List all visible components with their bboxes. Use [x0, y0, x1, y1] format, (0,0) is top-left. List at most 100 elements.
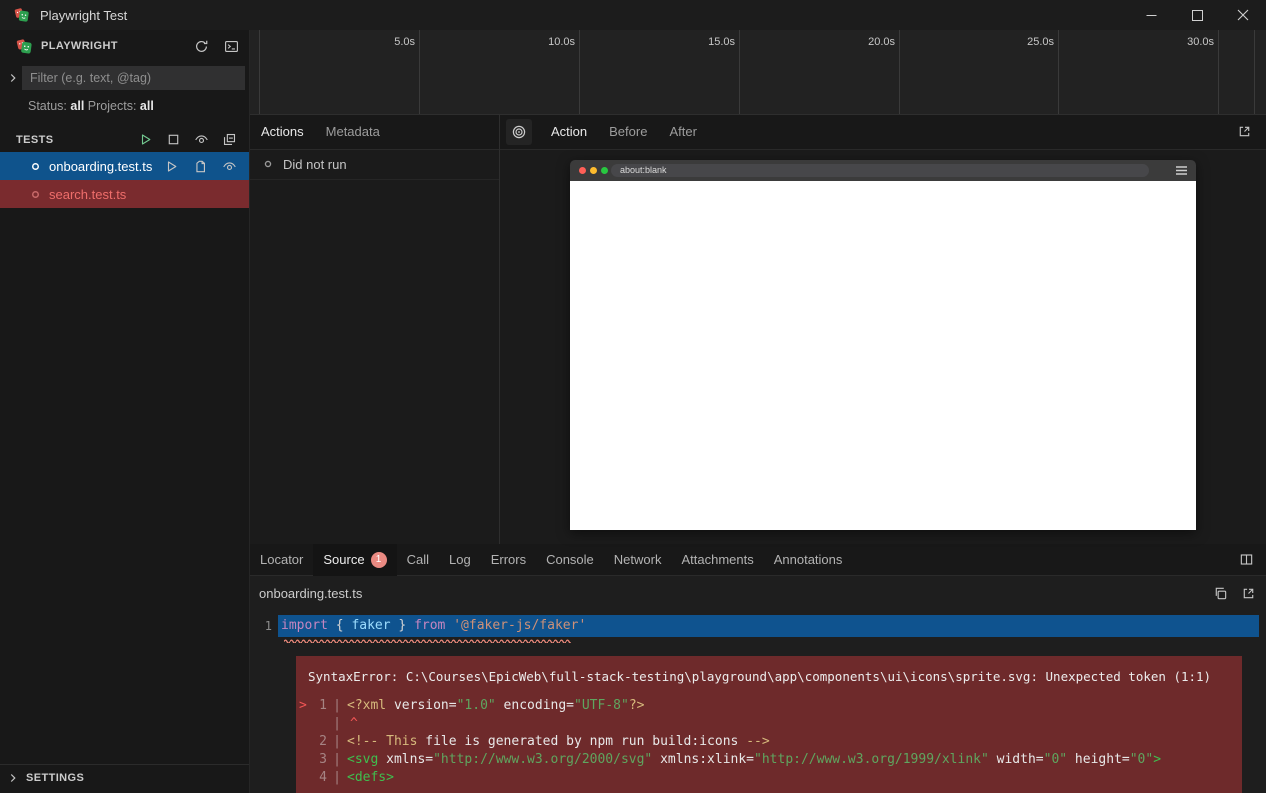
actions-tabbar: Actions Metadata — [250, 115, 499, 150]
test-status-circle-icon — [29, 160, 42, 173]
tab-action[interactable]: Action — [540, 114, 598, 149]
tab-console[interactable]: Console — [536, 544, 604, 576]
details-panel: Locator Source 1 Call Log Errors Console… — [250, 544, 1266, 793]
timeline-tick: 25.0s — [998, 36, 1054, 48]
timeline-tick: 5.0s — [359, 36, 415, 48]
browser-snapshot: about:blank — [570, 160, 1196, 530]
tab-network[interactable]: Network — [604, 544, 672, 576]
status-line: Status: all Projects: all — [0, 94, 249, 121]
timeline-gridline — [259, 30, 260, 114]
status-value: all — [70, 99, 84, 113]
split-view-icon[interactable] — [1236, 550, 1256, 570]
timeline-gridline — [1058, 30, 1059, 114]
titlebar: Playwright Test — [0, 0, 1266, 30]
tests-title: TESTS — [16, 134, 53, 146]
run-all-icon[interactable] — [135, 130, 155, 150]
sidebar-header: PLAYWRIGHT — [0, 30, 249, 62]
browser-chrome: about:blank — [570, 160, 1196, 181]
timeline-gridline — [579, 30, 580, 114]
tab-errors[interactable]: Errors — [481, 544, 536, 576]
watch-all-eye-icon[interactable] — [191, 130, 211, 150]
error-count-badge: 1 — [371, 552, 387, 568]
snapshot-toolbar: Action Before After — [500, 115, 1266, 150]
timeline-gridline — [1218, 30, 1219, 114]
highlighted-import-line: import { faker } from '@faker-js/faker' — [278, 615, 1259, 637]
window-title: Playwright Test — [40, 8, 127, 23]
playwright-logo-icon — [16, 38, 33, 55]
error-frame-line: 4|<defs> — [296, 769, 1242, 787]
error-frame-line: >1|<?xml version="1.0" encoding="UTF-8"?… — [296, 697, 1242, 715]
open-snapshot-external-icon[interactable] — [1234, 122, 1254, 142]
tab-log[interactable]: Log — [439, 544, 481, 576]
collapse-all-icon[interactable] — [219, 130, 239, 150]
close-button[interactable] — [1220, 0, 1266, 30]
chevron-right-icon — [6, 771, 22, 785]
traffic-light-yellow-icon — [590, 167, 597, 174]
empty-state-label: Did not run — [283, 157, 347, 172]
stop-icon[interactable] — [163, 130, 183, 150]
timeline-tick: 10.0s — [519, 36, 575, 48]
page-url: about:blank — [620, 165, 667, 175]
test-status-circle-icon — [29, 188, 42, 201]
tab-annotations[interactable]: Annotations — [764, 544, 853, 576]
timeline-tick: 20.0s — [839, 36, 895, 48]
tab-call[interactable]: Call — [397, 544, 439, 576]
test-row-onboarding[interactable]: onboarding.test.ts — [0, 152, 249, 180]
test-file-name: onboarding.test.ts — [49, 159, 152, 174]
timeline-gridline — [739, 30, 740, 114]
error-squiggle-underline — [284, 638, 571, 643]
tab-actions[interactable]: Actions — [250, 114, 315, 149]
pick-locator-target-icon[interactable] — [506, 119, 532, 145]
tab-after[interactable]: After — [658, 114, 707, 149]
traffic-light-green-icon — [601, 167, 608, 174]
actions-panel: Actions Metadata Did not run — [250, 115, 500, 544]
tests-section-header: TESTS — [0, 127, 249, 152]
tab-metadata[interactable]: Metadata — [315, 114, 391, 149]
error-frame-caret-line: |^ — [296, 715, 1242, 733]
show-trace-icon[interactable] — [190, 156, 210, 176]
traffic-light-red-icon — [579, 167, 586, 174]
filter-input[interactable] — [22, 66, 245, 90]
main-area: 5.0s 10.0s 15.0s 20.0s 25.0s 30.0s Actio… — [250, 30, 1266, 793]
tab-source[interactable]: Source 1 — [313, 544, 396, 576]
source-code-view[interactable]: 1 import { faker } from '@faker-js/faker… — [250, 611, 1266, 793]
timeline-tick: 30.0s — [1158, 36, 1214, 48]
minimize-button[interactable] — [1128, 0, 1174, 30]
tab-before[interactable]: Before — [598, 114, 658, 149]
status-circle-icon — [262, 158, 274, 170]
error-frame-line: 3|<svg xmlns="http://www.w3.org/2000/svg… — [296, 751, 1242, 769]
syntax-error-box: SyntaxError: C:\Courses\EpicWeb\full-sta… — [296, 656, 1242, 793]
tab-attachments[interactable]: Attachments — [671, 544, 763, 576]
playwright-test-window: Playwright Test PLAYWRIGHT — [0, 0, 1266, 793]
maximize-button[interactable] — [1174, 0, 1220, 30]
source-filebar: onboarding.test.ts — [250, 576, 1266, 611]
timeline-gridline — [1254, 30, 1255, 114]
test-file-name: search.test.ts — [49, 187, 126, 202]
address-bar: about:blank — [611, 164, 1149, 177]
chevron-right-icon[interactable] — [6, 71, 22, 85]
tab-source-label: Source — [323, 552, 364, 567]
filter-row — [0, 62, 249, 94]
playwright-logo-icon — [14, 7, 30, 23]
sidebar-title: PLAYWRIGHT — [41, 40, 118, 52]
timeline-tick: 15.0s — [679, 36, 735, 48]
watch-test-eye-icon[interactable] — [219, 156, 239, 176]
details-tabbar: Locator Source 1 Call Log Errors Console… — [250, 544, 1266, 576]
terminal-icon[interactable] — [221, 36, 241, 56]
reload-tests-icon[interactable] — [191, 36, 211, 56]
copy-icon[interactable] — [1210, 584, 1230, 604]
error-message: SyntaxError: C:\Courses\EpicWeb\full-sta… — [296, 669, 1242, 685]
settings-section-header[interactable]: SETTINGS — [0, 764, 249, 790]
projects-label: Projects: — [88, 99, 137, 113]
did-not-run-row: Did not run — [250, 150, 499, 180]
run-test-icon[interactable] — [161, 156, 181, 176]
tab-locator[interactable]: Locator — [250, 544, 313, 576]
open-source-external-icon[interactable] — [1238, 584, 1258, 604]
timeline-gridline — [419, 30, 420, 114]
timeline[interactable]: 5.0s 10.0s 15.0s 20.0s 25.0s 30.0s — [250, 30, 1266, 115]
projects-value: all — [140, 99, 154, 113]
snapshot-panel: Action Before After — [500, 115, 1266, 544]
source-filename: onboarding.test.ts — [259, 586, 362, 601]
test-row-search[interactable]: search.test.ts — [0, 180, 249, 208]
settings-title: SETTINGS — [26, 772, 84, 784]
